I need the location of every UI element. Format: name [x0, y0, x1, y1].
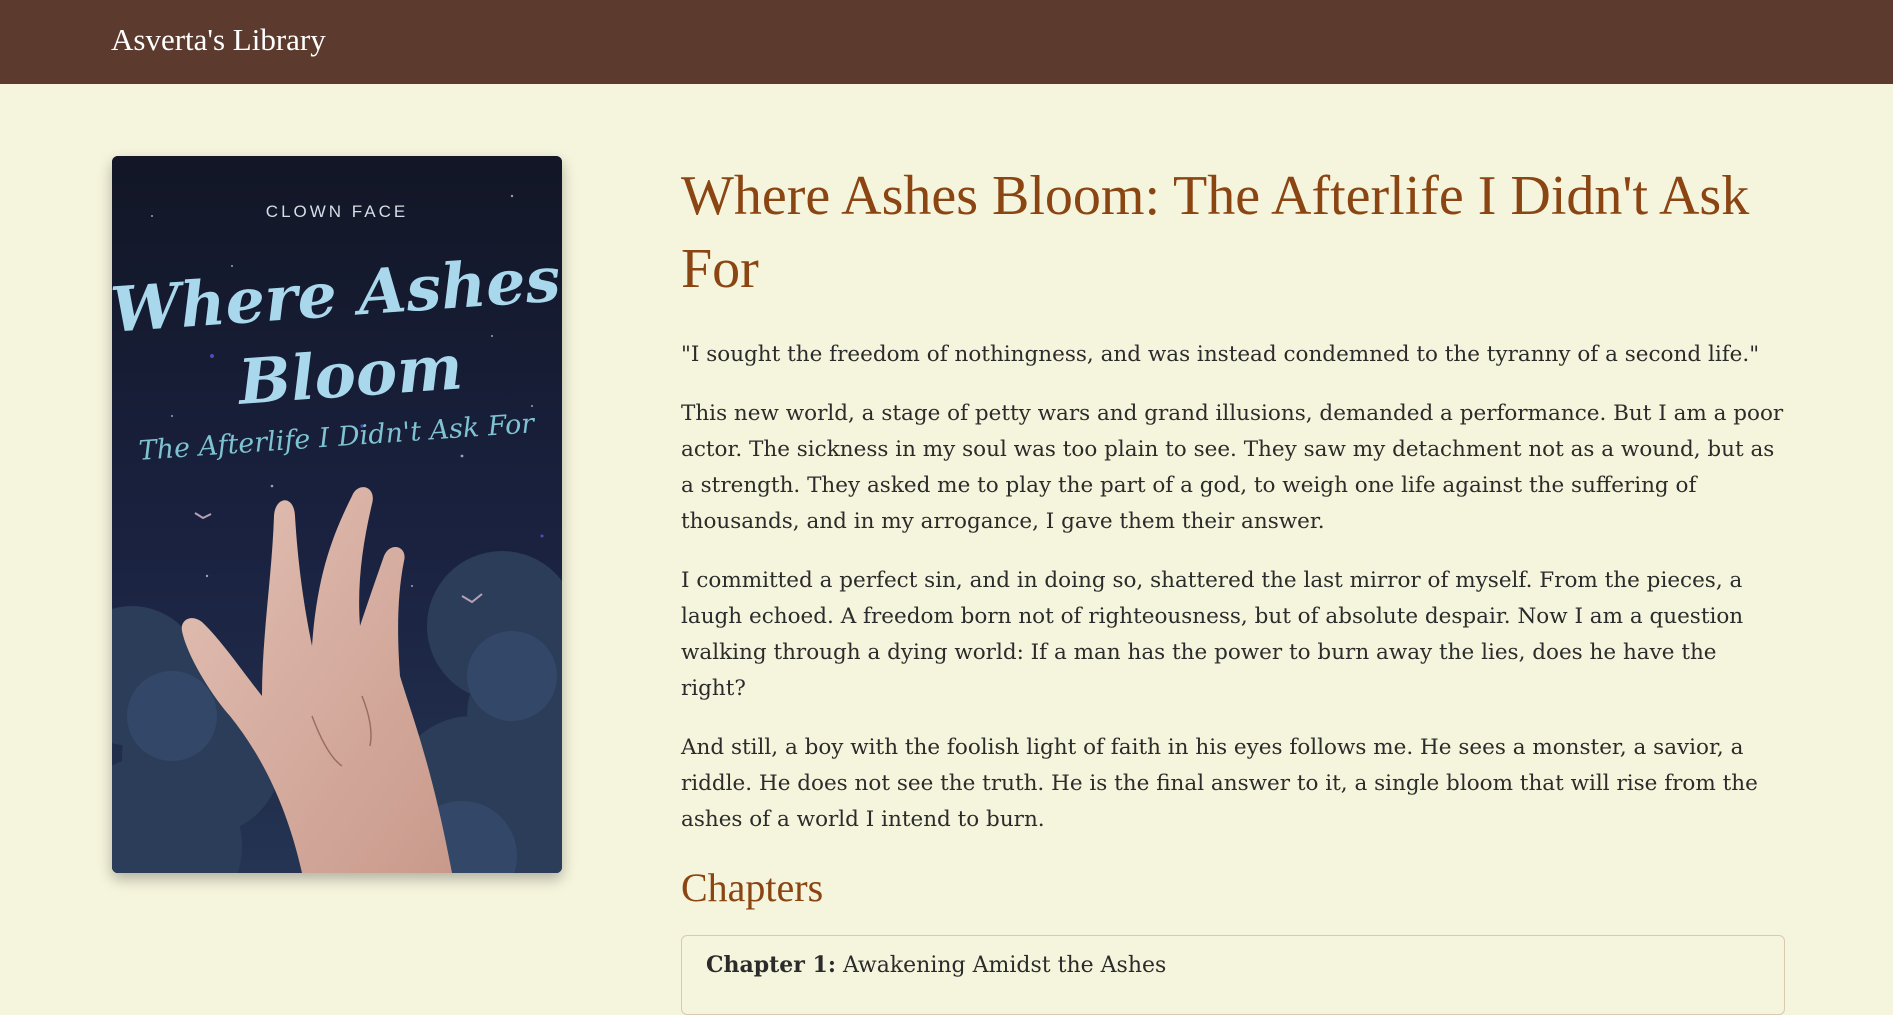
description-paragraph: This new world, a stage of petty wars an… [681, 401, 1784, 534]
chapter-title: Awakening Amidst the Ashes [842, 953, 1167, 978]
description-paragraph: And still, a boy with the foolish light … [681, 735, 1758, 832]
book-details: Where Ashes Bloom: The Afterlife I Didn'… [681, 156, 1786, 1015]
book-cover-image: CLOWN FACE Where Ashes Bloom The Afterli… [112, 156, 562, 873]
chapter-number: Chapter 1: [706, 952, 836, 978]
cover-author: CLOWN FACE [266, 202, 408, 221]
description-paragraph: I committed a perfect sin, and in doing … [681, 568, 1744, 701]
book-title: Where Ashes Bloom: The Afterlife I Didn'… [681, 165, 1750, 300]
chapter-list-item[interactable]: Chapter 1: Awakening Amidst the Ashes [681, 935, 1785, 1015]
library-brand-link[interactable]: Asverta's Library [111, 22, 326, 58]
book-tagline: "I sought the freedom of nothingness, an… [681, 342, 1760, 367]
top-navbar: Asverta's Library [0, 0, 1893, 84]
chapters-heading: Chapters [681, 865, 824, 910]
